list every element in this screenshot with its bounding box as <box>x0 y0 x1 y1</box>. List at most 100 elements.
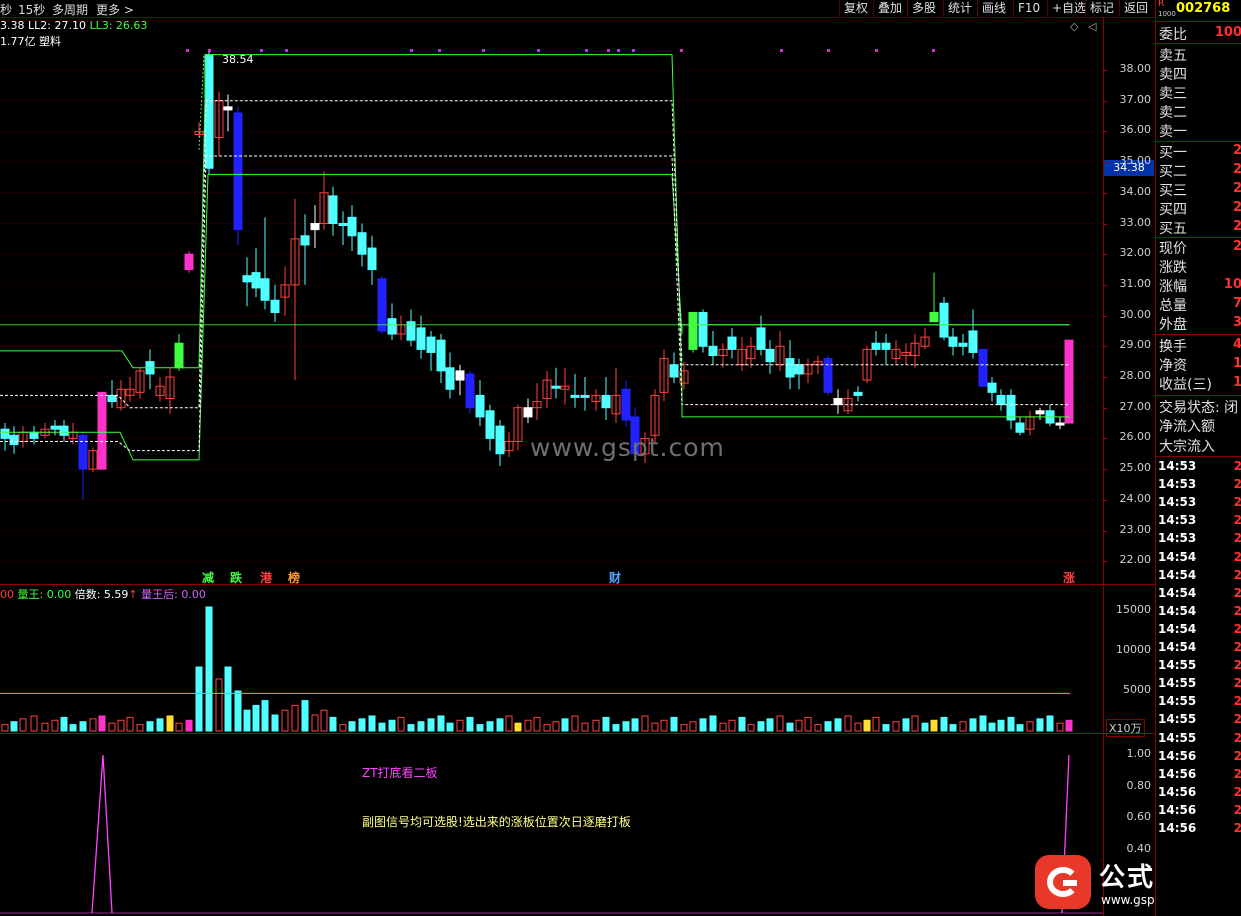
volume-bar <box>747 724 755 732</box>
buy-2-value: 2 <box>1232 162 1241 177</box>
multi-stock-button[interactable]: 多股 <box>907 0 940 17</box>
volume-bar <box>205 606 213 732</box>
signal-spike <box>91 754 113 914</box>
stat2-2-value: 1 <box>1232 375 1241 390</box>
candle-body <box>174 342 184 369</box>
back-button[interactable]: 返回 <box>1119 0 1152 17</box>
overlay-button[interactable]: 叠加 <box>873 0 906 17</box>
volume-bar <box>496 718 504 732</box>
tick-time: 14:55 <box>1158 712 1197 727</box>
event-finance[interactable]: 财 <box>609 569 621 586</box>
sell-5-label: 卖五 <box>1159 48 1187 64</box>
stats-button[interactable]: 统计 <box>943 0 976 17</box>
top-toolbar: 秒 15秒 多周期 更多 > 复权 叠加 多股 统计 画线 F10 +自选 标记… <box>0 0 1155 18</box>
signal-marker <box>875 49 878 52</box>
candle-body <box>551 385 561 389</box>
volume-unit: X10万 <box>1106 719 1145 737</box>
period-15s[interactable]: 15秒 <box>18 1 45 18</box>
volume-bar <box>670 716 678 732</box>
candle-body <box>833 397 843 406</box>
stock-code: 002768 <box>1176 1 1231 16</box>
price-tick: 35.00 <box>1119 154 1152 168</box>
volume-bar <box>486 721 494 732</box>
event-hk[interactable]: 港 <box>260 569 272 586</box>
signal-marker <box>482 49 485 52</box>
sub-tick: 0.60 <box>1126 810 1152 824</box>
volume-bar <box>930 719 938 732</box>
candle-body <box>416 327 426 350</box>
candle-body <box>765 348 775 363</box>
period-1s[interactable]: 秒 <box>0 1 12 18</box>
price-tick: 32.00 <box>1119 246 1152 260</box>
f10-button[interactable]: F10 <box>1013 0 1044 17</box>
price-tick-mark <box>1103 469 1107 471</box>
collapse-icon[interactable]: ◁ <box>1088 20 1096 33</box>
sub-note-desc: 副图信号均可选股!选出来的涨板位置次日逐磨打板 <box>362 815 631 829</box>
price-tick-mark <box>1103 192 1107 194</box>
candle-body <box>455 370 465 381</box>
event-list[interactable]: 榜 <box>288 569 300 586</box>
event-drop[interactable]: 跌 <box>230 569 242 586</box>
tick-price: 2 <box>1233 549 1241 564</box>
kline-chart[interactable] <box>0 18 1155 916</box>
volume-bar <box>689 721 697 732</box>
price-tick-mark <box>1103 131 1107 133</box>
buy-5-value: 2 <box>1232 219 1241 234</box>
candle-body <box>871 342 881 350</box>
price-tick-mark <box>1103 407 1107 409</box>
event-reduce[interactable]: 减 <box>202 569 214 586</box>
watermark: www.gspt.com <box>530 433 725 462</box>
price-tick-mark <box>1103 561 1107 563</box>
volume-bar <box>98 715 106 732</box>
volume-bar <box>224 666 232 732</box>
buy-3-label: 买三 <box>1159 183 1187 199</box>
volume-bar <box>79 721 87 732</box>
volume-bar <box>30 715 38 732</box>
candle-body <box>756 327 766 350</box>
price-tick: 22.00 <box>1119 553 1152 567</box>
volume-bar <box>397 716 405 732</box>
volume-bar <box>804 716 812 732</box>
volume-bar <box>339 724 347 732</box>
volume-bar <box>911 715 919 732</box>
vol-king-after-value: 量王后: 0.00 <box>141 588 206 601</box>
more-button[interactable]: 更多 > <box>96 1 134 18</box>
candle-body <box>495 425 505 455</box>
candle-body <box>1006 394 1016 421</box>
volume-bar <box>863 719 871 732</box>
tick-price: 2 <box>1233 585 1241 600</box>
price-tick-mark <box>1103 162 1107 164</box>
tick-time: 14:54 <box>1158 640 1197 654</box>
candle-body <box>328 195 338 224</box>
tick-price: 2 <box>1233 640 1241 654</box>
volume-panel-divider <box>0 733 1155 734</box>
vol-ma-value: 00 <box>0 588 14 601</box>
volume-bar <box>902 718 910 732</box>
volume-bar <box>291 704 299 732</box>
tick-time: 14:56 <box>1158 766 1197 781</box>
volume-bar <box>940 716 948 732</box>
volume-bar <box>786 722 794 732</box>
volume-bar <box>10 721 18 732</box>
volume-bar <box>622 721 630 732</box>
price-tick-mark <box>1103 254 1107 256</box>
multi-period-button[interactable]: 多周期 <box>52 1 88 18</box>
signal-marker <box>186 49 189 52</box>
buy-4-label: 买四 <box>1159 202 1187 218</box>
signal-marker <box>438 49 441 52</box>
add-watchlist-button[interactable]: +自选 <box>1047 0 1090 17</box>
stat-3-label: 总量 <box>1159 298 1187 314</box>
volume-bar <box>533 716 541 732</box>
candle-body <box>50 425 60 430</box>
volume-bar <box>329 716 337 732</box>
mark-button[interactable]: 标记 <box>1085 0 1118 17</box>
volume-bar <box>631 718 639 732</box>
draw-line-button[interactable]: 画线 <box>977 0 1010 17</box>
tick-time: 14:54 <box>1158 603 1197 618</box>
r-sub: 1000 <box>1158 10 1176 18</box>
event-limit-up[interactable]: 涨 <box>1063 569 1075 586</box>
diamond-icon[interactable]: ◇ <box>1070 20 1078 33</box>
restore-rights-button[interactable]: 复权 <box>839 0 872 17</box>
tick-price: 2 <box>1233 821 1241 835</box>
volume-bar <box>602 716 610 732</box>
